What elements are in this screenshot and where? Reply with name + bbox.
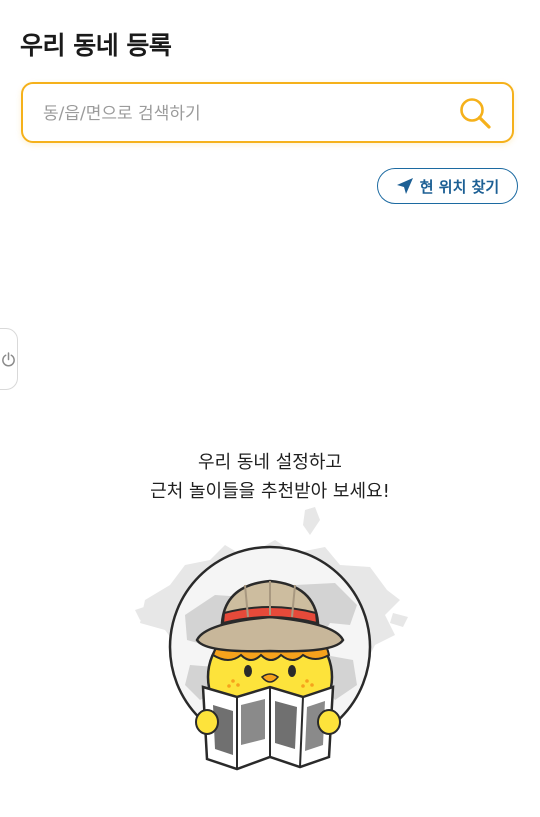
- side-tab[interactable]: [0, 328, 18, 390]
- current-location-label: 현 위치 찾기: [419, 177, 500, 196]
- explorer-character-illustration: [135, 507, 408, 771]
- search-input[interactable]: [41, 84, 445, 143]
- search-icon[interactable]: [458, 96, 492, 130]
- current-location-button[interactable]: 현 위치 찾기: [377, 168, 518, 204]
- empty-state-message: 우리 동네 설정하고 근처 놀이들을 추천받아 보세요!: [0, 448, 540, 506]
- power-icon: [2, 352, 15, 367]
- empty-state-line-1: 우리 동네 설정하고: [198, 452, 342, 473]
- navigation-arrow-icon: [396, 178, 413, 194]
- page-title: 우리 동네 등록: [20, 31, 172, 60]
- search-box[interactable]: [21, 82, 514, 143]
- empty-state-line-2: 근처 놀이들을 추천받아 보세요!: [150, 481, 390, 502]
